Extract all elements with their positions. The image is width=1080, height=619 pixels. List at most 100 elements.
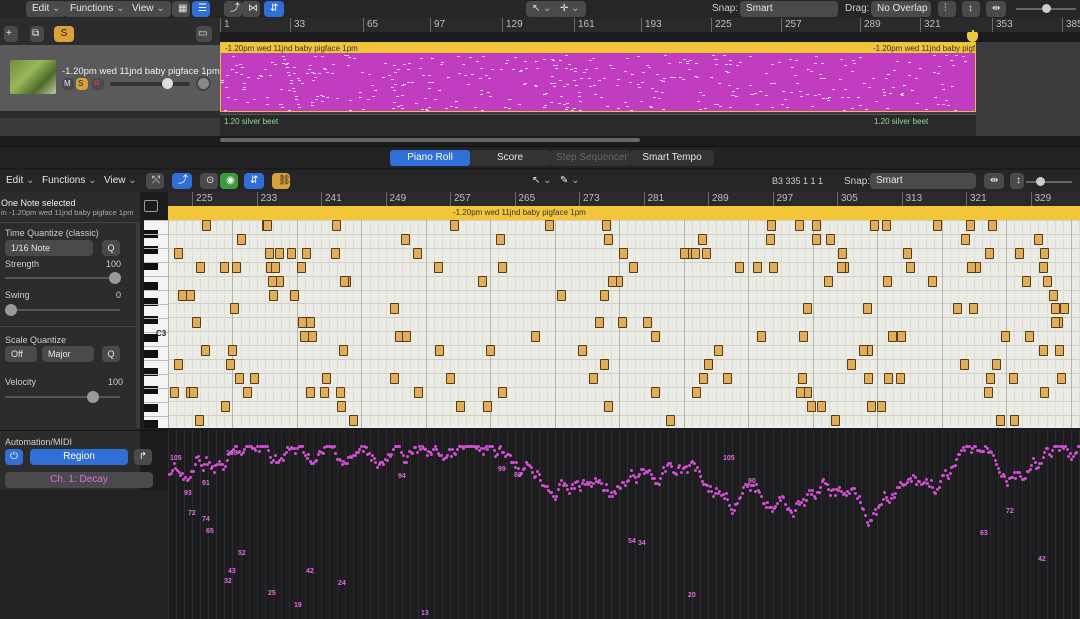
- add-track-button[interactable]: +: [4, 26, 18, 42]
- automation-point[interactable]: [582, 479, 586, 483]
- automation-point[interactable]: [699, 474, 703, 478]
- automation-point[interactable]: [316, 453, 320, 457]
- midi-note[interactable]: [617, 317, 627, 329]
- automation-point[interactable]: [696, 466, 699, 469]
- midi-note[interactable]: [349, 414, 359, 426]
- midi-note[interactable]: [332, 220, 342, 231]
- automation-point[interactable]: [692, 462, 696, 466]
- midi-note[interactable]: [321, 372, 331, 384]
- automation-point[interactable]: [539, 478, 543, 482]
- midi-note[interactable]: [765, 233, 775, 245]
- midi-note[interactable]: [337, 400, 347, 412]
- midi-note[interactable]: [1014, 247, 1024, 259]
- automation-point[interactable]: [905, 480, 909, 484]
- automation-point[interactable]: [724, 491, 728, 495]
- automation-point[interactable]: [803, 503, 807, 507]
- channel-select[interactable]: Ch. 1: Decay: [5, 472, 153, 488]
- automation-point[interactable]: [958, 453, 962, 457]
- automation-point[interactable]: [1033, 461, 1037, 465]
- bar-ruler[interactable]: 1 33 65 97 129 161 193 225 257 289 321 353 385: [220, 18, 1080, 32]
- automation-point[interactable]: [774, 504, 778, 508]
- automation-point[interactable]: [924, 477, 928, 481]
- automation-point[interactable]: [790, 510, 794, 514]
- automation-point[interactable]: [300, 445, 304, 448]
- automation-point[interactable]: [572, 487, 576, 490]
- midi-note[interactable]: [271, 261, 281, 273]
- automation-point[interactable]: [897, 486, 901, 490]
- automation-point[interactable]: [401, 453, 405, 457]
- midi-note[interactable]: [588, 372, 598, 384]
- automation-point[interactable]: [740, 492, 744, 496]
- functions-menu[interactable]: Functions: [64, 1, 131, 17]
- automation-point[interactable]: [606, 488, 610, 492]
- midi-note[interactable]: [847, 359, 857, 370]
- automation-point[interactable]: [619, 487, 623, 491]
- midi-note[interactable]: [599, 289, 609, 301]
- flex-icon[interactable]: ⋈: [242, 1, 260, 17]
- midi-note[interactable]: [983, 386, 993, 398]
- midi-note[interactable]: [435, 345, 445, 357]
- automation-point[interactable]: [1046, 447, 1050, 451]
- automation-point[interactable]: [345, 461, 349, 465]
- automation-point[interactable]: [1004, 479, 1008, 483]
- automation-point[interactable]: [564, 484, 568, 488]
- automation-point[interactable]: [852, 487, 856, 491]
- midi-note[interactable]: [401, 233, 411, 245]
- midi-note[interactable]: [651, 331, 661, 343]
- midi-note[interactable]: [1049, 289, 1059, 301]
- automation-point[interactable]: [870, 518, 874, 522]
- midi-note[interactable]: [296, 261, 306, 273]
- midi-note[interactable]: [896, 331, 906, 343]
- automation-point[interactable]: [974, 445, 978, 448]
- automation-point[interactable]: [766, 500, 770, 504]
- automation-point[interactable]: [1065, 447, 1069, 451]
- midi-note[interactable]: [195, 414, 205, 426]
- midi-note[interactable]: [927, 275, 937, 287]
- midi-note[interactable]: [902, 247, 912, 259]
- automation-point[interactable]: [614, 491, 618, 495]
- strength-slider-knob[interactable]: [109, 272, 121, 284]
- midi-note[interactable]: [642, 317, 652, 329]
- automation-point[interactable]: [1072, 455, 1075, 459]
- automation-point[interactable]: [430, 453, 434, 457]
- automation-point[interactable]: [243, 447, 247, 451]
- second-track-row[interactable]: [0, 118, 220, 136]
- midi-note[interactable]: [1040, 386, 1050, 398]
- midi-note[interactable]: [703, 359, 713, 370]
- automation-point[interactable]: [508, 454, 512, 458]
- midi-note[interactable]: [794, 220, 804, 231]
- midi-note[interactable]: [307, 331, 317, 343]
- editor-zoom-slider[interactable]: [1026, 177, 1072, 186]
- midi-note[interactable]: [413, 386, 423, 398]
- automation-point[interactable]: [822, 477, 826, 481]
- midi-note[interactable]: [1056, 372, 1066, 384]
- automation-point[interactable]: [555, 494, 559, 498]
- automation-point[interactable]: [481, 452, 485, 456]
- midi-note[interactable]: [607, 275, 617, 287]
- midi-note[interactable]: [666, 414, 676, 426]
- midi-note[interactable]: [219, 261, 229, 273]
- zoom-slider[interactable]: [1016, 4, 1076, 13]
- automation-point[interactable]: [867, 523, 871, 527]
- automation-point[interactable]: [982, 450, 986, 454]
- midi-note[interactable]: [188, 386, 198, 398]
- midi-note[interactable]: [986, 372, 996, 384]
- scale-quantize-root-select[interactable]: Off: [5, 346, 37, 362]
- automation-point[interactable]: [265, 445, 269, 448]
- automation-point[interactable]: [593, 476, 597, 480]
- midi-note[interactable]: [984, 247, 994, 259]
- midi-note[interactable]: [1034, 233, 1044, 245]
- midi-note[interactable]: [1060, 303, 1070, 315]
- automation-point[interactable]: [657, 483, 661, 487]
- midi-note[interactable]: [232, 261, 242, 273]
- automation-point[interactable]: [844, 494, 848, 498]
- midi-note[interactable]: [651, 386, 660, 398]
- midi-note[interactable]: [859, 345, 869, 357]
- tab-step-sequencer[interactable]: Step Sequencer: [550, 150, 630, 166]
- midi-note[interactable]: [225, 359, 235, 370]
- automation-point[interactable]: [188, 475, 192, 479]
- midi-note[interactable]: [227, 345, 237, 357]
- automation-point[interactable]: [664, 470, 667, 474]
- automation-point[interactable]: [910, 479, 914, 483]
- automation-point[interactable]: [648, 469, 651, 473]
